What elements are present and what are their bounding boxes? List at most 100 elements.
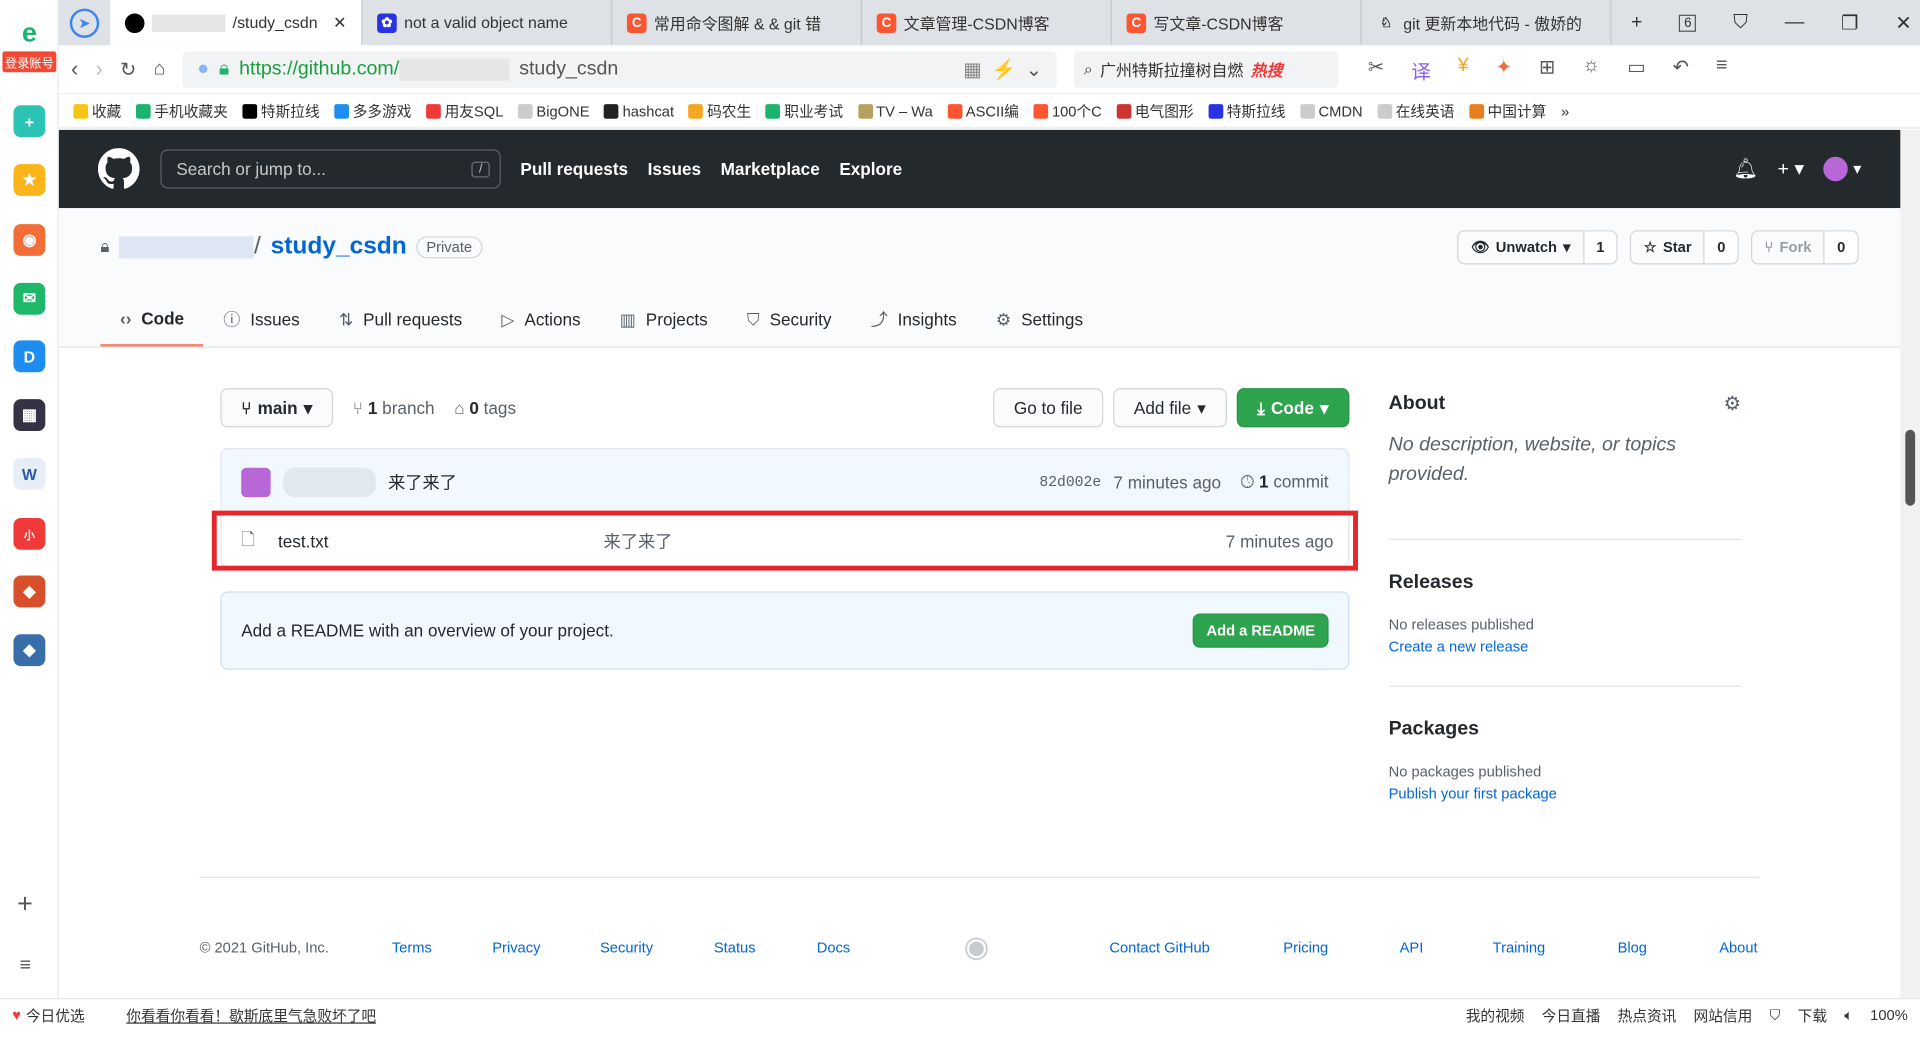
branches-link[interactable]: ⑂ 1 branch [353,398,435,418]
restore-icon[interactable]: ❐ [1841,10,1859,34]
bookmark[interactable]: ASCII编 [947,100,1019,121]
tab[interactable]: ✿ not a valid object name [362,0,613,46]
nav-issues[interactable]: Issues [648,159,701,179]
fork-button[interactable]: ⑂ Fork [1751,230,1825,265]
add-file-button[interactable]: Add file ▾ [1113,388,1227,428]
nav-pull-requests[interactable]: Pull requests [520,159,628,179]
footer-link[interactable]: API [1400,939,1424,956]
bolt-icon[interactable]: ⚡ [992,57,1016,81]
url-input[interactable]: ● 🔒︎ https://github.com/ study_csdn ▦ ⚡ … [182,50,1057,88]
tab-settings[interactable]: ⚙ Settings [976,293,1102,347]
gear-icon[interactable]: ⚙ [1724,392,1742,416]
app-icon[interactable]: ▦ [13,399,46,432]
status-live[interactable]: 今日直播 [1542,1005,1601,1026]
tab-issues[interactable]: ⓘ Issues [204,293,320,347]
shield-icon[interactable]: ⛉ [1769,1006,1780,1024]
zoom-level[interactable]: 100% [1870,1007,1908,1024]
forks-count[interactable]: 0 [1824,230,1859,265]
app-icon[interactable]: 小 [13,517,46,550]
minimize-icon[interactable]: — [1785,12,1805,34]
footer-link[interactable]: Privacy [492,939,540,956]
list-icon[interactable]: ≡ [20,955,31,977]
bookmark[interactable]: 100个C [1033,100,1102,121]
skin-icon[interactable]: ⛉ [1733,12,1748,34]
publish-package-link[interactable]: Publish your first package [1389,785,1742,802]
footer-link[interactable]: Status [714,939,756,956]
create-new-plus-icon[interactable]: + ▾ [1778,157,1805,181]
sidebar-app-icon[interactable]: + [13,105,46,138]
login-badge[interactable]: 登录账号 [2,51,57,73]
game-icon[interactable]: ✦ [1496,54,1512,83]
reload-icon[interactable]: ↻ [120,57,136,81]
back-icon[interactable]: ‹ [71,56,78,82]
game-icon[interactable]: ◆ [13,575,46,608]
go-to-file-button[interactable]: Go to file [993,388,1104,428]
bookmark[interactable]: 在线英语 [1377,100,1454,121]
nav-marketplace[interactable]: Marketplace [721,159,820,179]
github-search-input[interactable]: Search or jump to... / [160,149,501,189]
volume-icon[interactable]: 🔈︎ [1844,1006,1853,1024]
tab-projects[interactable]: ▥ Projects [600,293,727,347]
code-download-button[interactable]: ⤓ Code ▾ [1236,388,1350,428]
close-window-icon[interactable]: ✕ [1895,10,1911,34]
bookmark[interactable]: BigONE [518,102,590,119]
scrollbar[interactable] [1900,129,1920,998]
battery-icon[interactable]: ▭ [1627,54,1646,83]
tab-code[interactable]: ‹› Code [100,293,204,347]
news-link[interactable]: 你看看你看看！歇斯底里气急败坏了吧 [126,1005,376,1026]
tab-security[interactable]: ⛉ Security [727,293,851,347]
footer-link[interactable]: About [1719,939,1757,956]
add-icon[interactable]: + [17,888,33,920]
notifications-bell-icon[interactable]: 🔔︎ [1733,157,1758,181]
github-logo-icon[interactable] [97,148,140,190]
star-button[interactable]: ☆ Star [1630,230,1706,265]
tab-insights[interactable]: ⤴ Insights [851,293,976,347]
qr-icon[interactable]: ▦ [963,57,982,81]
forward-icon[interactable]: › [96,56,103,82]
close-tab-icon[interactable]: ✕ [333,13,346,33]
bookmark[interactable]: 用友SQL [426,100,503,121]
commit-hash[interactable]: 82d002e [1039,473,1101,490]
bookmark[interactable]: 多多游戏 [334,100,412,121]
scrollbar-thumb[interactable] [1905,429,1916,506]
packages-title[interactable]: Packages [1389,719,1479,740]
bookmark[interactable]: 收藏 [73,100,121,121]
footer-link[interactable]: Pricing [1283,939,1328,956]
commit-message[interactable]: 来了来了 [388,470,457,494]
footer-link[interactable]: Terms [392,939,432,956]
game-icon[interactable]: ◆ [13,634,46,667]
tab[interactable]: C 写文章-CSDN博客 [1112,0,1362,46]
tab-count[interactable]: 6 [1679,14,1697,32]
footer-link[interactable]: Blog [1618,939,1647,956]
footer-link[interactable]: Docs [817,939,850,956]
branch-select[interactable]: ⑂ main ▾ [220,388,334,428]
status-download[interactable]: 下载 [1798,1005,1827,1026]
mail-icon[interactable]: ✉ [13,282,46,315]
status-credit[interactable]: 网站信用 [1694,1005,1753,1026]
undo-icon[interactable]: ↶ [1673,54,1689,83]
scissors-icon[interactable]: ✂ [1368,54,1384,83]
chevron-down-icon[interactable]: ⌄ [1026,57,1042,81]
tab-github[interactable]: /study_csdn ✕ [110,0,363,46]
status-left[interactable]: 今日优选 [26,1005,85,1026]
bookmark[interactable]: 电气图形 [1116,100,1194,121]
file-commit-message[interactable]: 来了来了 [604,528,673,552]
browser-search-input[interactable]: ⌕ 广州特斯拉撞树自燃 热搜 [1073,50,1339,88]
new-tab-icon[interactable]: + [1631,12,1642,34]
menu-icon[interactable]: ≡ [1716,54,1727,83]
bookmark[interactable]: 特斯拉线 [1208,100,1285,121]
avatar-menu[interactable]: ▾ [1823,156,1861,182]
bookmark[interactable]: 特斯拉线 [242,100,320,121]
favorites-icon[interactable]: ★ [13,164,46,196]
bookmark[interactable]: hashcat [604,102,674,119]
translate-icon[interactable]: 译 [1411,54,1431,83]
navigation-icon[interactable]: ➤ [59,7,110,38]
file-name-link[interactable]: test.txt [278,531,604,551]
create-release-link[interactable]: Create a new release [1389,638,1742,655]
bookmark[interactable]: TV – Wa [857,102,933,119]
releases-title[interactable]: Releases [1389,572,1474,593]
coupon-icon[interactable]: ¥ [1458,54,1469,83]
watchers-count[interactable]: 1 [1584,230,1618,265]
status-video[interactable]: 我的视频 [1466,1005,1525,1026]
tab[interactable]: ♘ git 更新本地代码 - 傲娇的 [1362,0,1612,46]
